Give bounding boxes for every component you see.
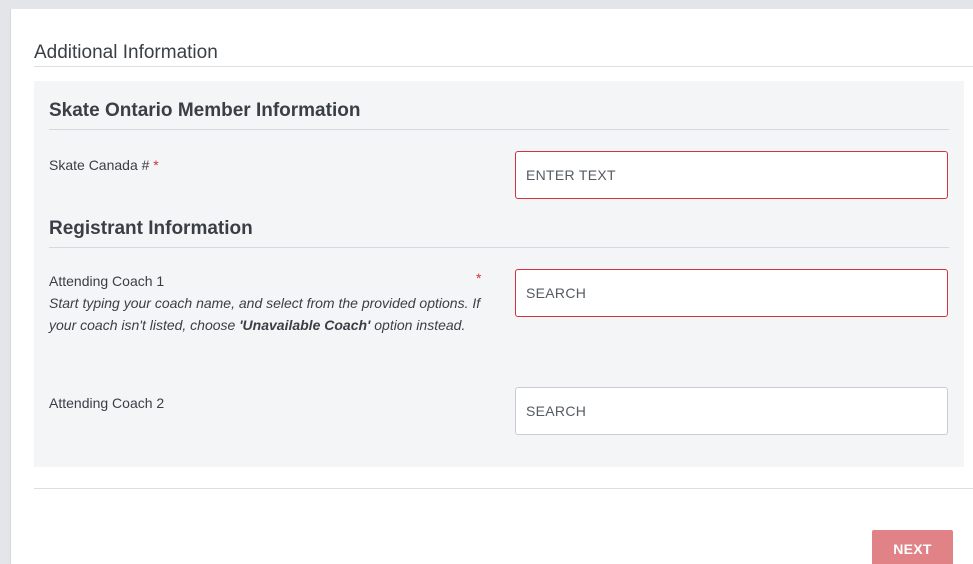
member-info-divider bbox=[49, 129, 949, 130]
coach1-help-bold: 'Unavailable Coach' bbox=[239, 316, 371, 333]
section-divider bbox=[34, 66, 973, 67]
form-panel: Skate Ontario Member Information Skate C… bbox=[34, 81, 964, 467]
coach2-label: Attending Coach 2 bbox=[49, 395, 165, 411]
window-top-border bbox=[0, 0, 973, 9]
registrant-info-divider bbox=[49, 247, 949, 248]
coach1-help-suffix: option instead. bbox=[370, 316, 466, 333]
coach1-required-asterisk: * bbox=[476, 270, 482, 286]
form-card: Additional Information Skate Ontario Mem… bbox=[11, 9, 973, 564]
next-button[interactable]: NEXT bbox=[872, 530, 953, 564]
member-info-heading: Skate Ontario Member Information bbox=[49, 100, 361, 121]
section-title: Additional Information bbox=[34, 42, 218, 63]
coach1-search-input[interactable] bbox=[515, 269, 948, 317]
skate-canada-input[interactable] bbox=[515, 151, 948, 199]
window-left-border bbox=[0, 9, 10, 564]
skate-canada-label: Skate Canada # * bbox=[49, 157, 159, 173]
registrant-info-heading: Registrant Information bbox=[49, 218, 253, 239]
coach1-label: Attending Coach 1 bbox=[49, 273, 165, 289]
required-asterisk: * bbox=[153, 157, 159, 173]
footer-divider bbox=[34, 488, 973, 489]
coach1-help-text: Start typing your coach name, and select… bbox=[49, 293, 489, 336]
coach2-search-input[interactable] bbox=[515, 387, 948, 435]
skate-canada-label-text: Skate Canada # bbox=[49, 157, 150, 173]
